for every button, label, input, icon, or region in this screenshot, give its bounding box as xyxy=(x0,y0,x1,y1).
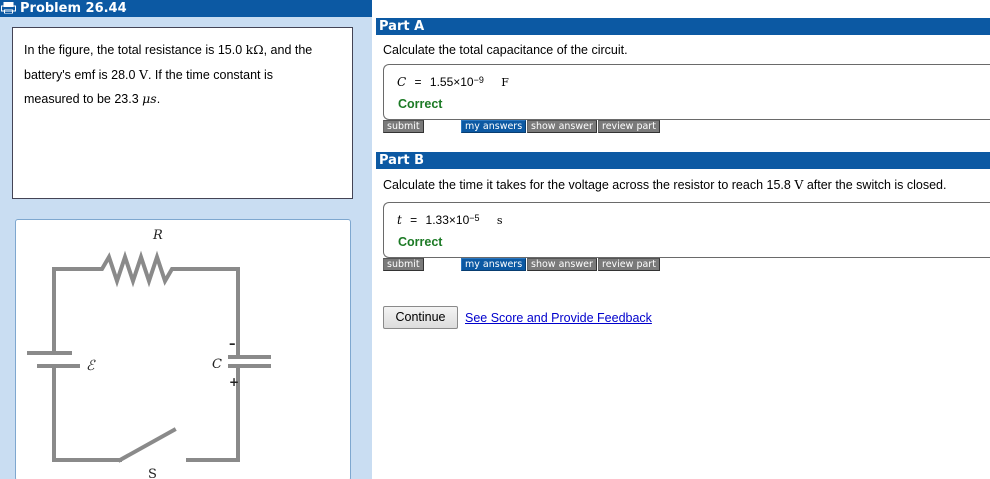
switch-blade xyxy=(117,427,177,463)
circuit-figure: R ℰ C – + S xyxy=(15,219,351,479)
resistor-label: R xyxy=(152,228,163,243)
part-a-question: Calculate the total capacitance of the c… xyxy=(383,43,628,57)
problem-header: Problem 26.44 xyxy=(0,0,372,17)
review-part-button[interactable]: review part xyxy=(598,258,660,271)
problem-text: In the figure, the total resistance is 1… xyxy=(24,43,246,57)
show-answer-button[interactable]: show answer xyxy=(527,120,597,133)
capacitor-plus-label: + xyxy=(229,375,239,389)
part-a-answer-box: C = 1.55×10−9 F Correct xyxy=(383,64,990,120)
answer-exponent: −9 xyxy=(473,75,484,85)
circuit-diagram: R ℰ C – + S xyxy=(27,228,271,479)
problem-statement: In the figure, the total resistance is 1… xyxy=(12,27,353,199)
review-part-button[interactable]: review part xyxy=(598,120,660,133)
problem-line-3: measured to be 23.3 μs. xyxy=(24,87,341,112)
problem-text: battery's emf is 28.0 xyxy=(24,67,139,82)
continue-button[interactable]: Continue xyxy=(383,306,458,329)
part-b-question: Calculate the time it takes for the volt… xyxy=(383,177,946,192)
unit-text: kΩ xyxy=(245,42,264,57)
answer-variable: C xyxy=(397,75,407,89)
print-icon[interactable] xyxy=(1,2,16,14)
problem-text: measured to be 23.3 xyxy=(24,92,143,106)
unit-text: V xyxy=(138,66,148,82)
problem-text: , and the xyxy=(263,43,313,57)
answer-unit: s xyxy=(496,214,503,227)
answer-exponent: −5 xyxy=(469,213,480,223)
part-b-title: Part B xyxy=(379,153,425,168)
part-a-answer: C = 1.55×10−9 F xyxy=(397,75,509,89)
submit-button[interactable]: submit xyxy=(383,258,424,271)
resistor-symbol xyxy=(52,250,240,288)
problem-line-1: In the figure, the total resistance is 1… xyxy=(24,38,341,63)
part-b-header: Part B xyxy=(376,152,990,169)
problem-text: . xyxy=(156,92,161,106)
part-b-answer: t = 1.33×10−5 s xyxy=(397,213,503,227)
my-answers-button[interactable]: my answers xyxy=(461,258,527,271)
show-answer-button[interactable]: show answer xyxy=(527,258,597,271)
answer-mantissa: 1.33×10 xyxy=(425,213,470,227)
question-text: after the switch is closed. xyxy=(803,178,947,192)
submit-button[interactable]: submit xyxy=(383,120,424,133)
see-score-feedback-link[interactable]: See Score and Provide Feedback xyxy=(465,311,652,325)
answer-equals: = xyxy=(414,75,422,89)
part-b-answer-box: t = 1.33×10−5 s Correct xyxy=(383,202,990,258)
problem-panel: Problem 26.44 In the figure, the total r… xyxy=(0,0,372,479)
capacitor-label: C xyxy=(212,357,222,372)
part-a-status: Correct xyxy=(398,97,443,111)
answer-mantissa: 1.55×10 xyxy=(429,75,474,89)
problem-line-2: battery's emf is 28.0 V. If the time con… xyxy=(24,63,341,88)
question-text: Calculate the time it takes for the volt… xyxy=(383,178,795,192)
part-a-header: Part A xyxy=(376,18,990,35)
answer-equals: = xyxy=(410,213,418,227)
problem-title: Problem 26.44 xyxy=(20,1,127,16)
part-b-status: Correct xyxy=(398,235,443,249)
unit-text: μs xyxy=(142,91,157,106)
my-answers-button[interactable]: my answers xyxy=(461,120,527,133)
part-a-title: Part A xyxy=(379,19,425,34)
circuit-wires xyxy=(27,250,271,463)
emf-label: ℰ xyxy=(86,358,96,374)
answer-variable: t xyxy=(397,213,402,227)
capacitor-minus-label: – xyxy=(229,337,236,352)
answer-unit: F xyxy=(501,76,509,89)
parts-panel: Part A Calculate the total capacitance o… xyxy=(372,0,990,479)
problem-text: . If the time constant is xyxy=(147,67,274,82)
switch-label: S xyxy=(148,467,157,479)
unit-text: V xyxy=(794,177,804,192)
